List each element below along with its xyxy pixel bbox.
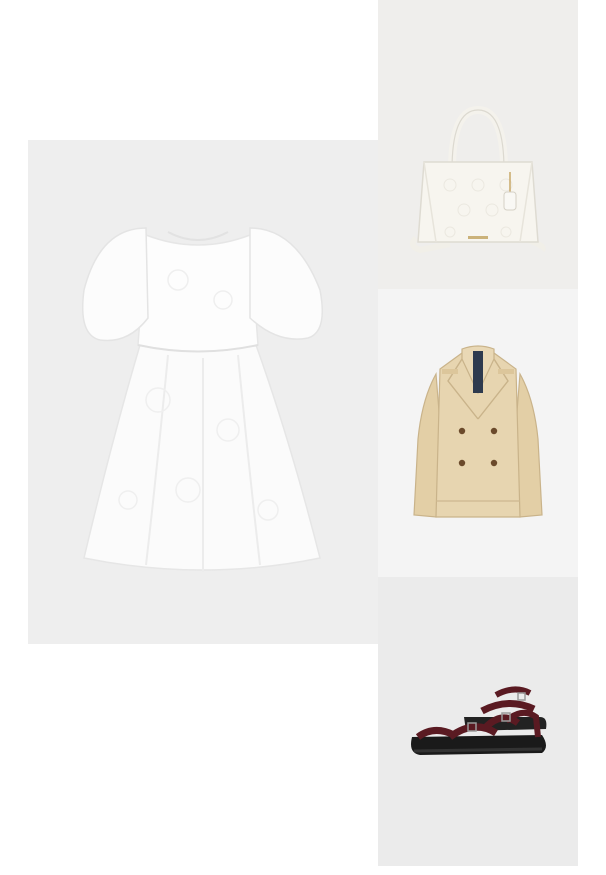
trench-jacket-icon [413,345,543,518]
jacket-product-tile[interactable]: trench-jacket-icon [378,289,578,577]
dress-icon [82,227,323,572]
bag-product-tile[interactable]: tote-bag-icon [378,0,578,289]
dress-product-tile[interactable]: dress-icon [28,140,378,644]
sandals-product-tile[interactable]: sandals-icon [378,577,578,866]
sandals-icon [411,686,547,755]
tote-bag-icon [409,105,546,254]
